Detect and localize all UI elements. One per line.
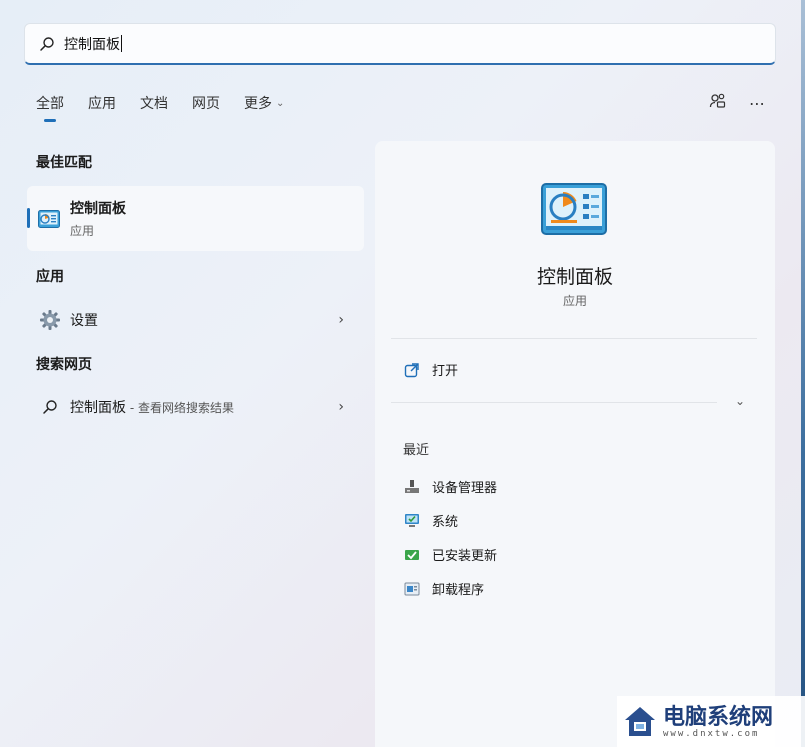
best-match-heading: 最佳匹配 [36,155,92,171]
divider [391,402,717,403]
chevron-right-icon: › [338,312,344,328]
uninstall-program-icon [403,580,421,598]
top-actions: ⋯ [709,92,765,114]
preview-title: 控制面板 [536,266,613,288]
apps-heading: 应用 [36,269,64,285]
tab-label: 网页 [192,96,220,112]
search-icon [39,396,61,418]
tab-all[interactable]: 全部 [36,93,64,122]
web-search-item[interactable]: 控制面板 - 查看网络搜索结果 › [27,387,364,427]
text-caret [121,35,122,52]
filter-tabs: 全部 应用 文档 网页 更多 ⌄ [36,93,308,122]
preview-subtitle: 应用 [562,294,587,308]
recent-item[interactable]: 系统 [403,511,458,530]
watermark-title: 电脑系统网 [663,703,774,730]
system-icon [403,512,421,530]
account-icon[interactable] [709,92,727,114]
recent-item[interactable]: 卸载程序 [403,579,484,598]
tab-more[interactable]: 更多 ⌄ [244,93,284,113]
control-panel-icon [38,209,60,228]
web-search-suffix: - 查看网络搜索结果 [126,401,234,415]
divider [391,338,757,339]
open-action[interactable]: 打开 [403,360,458,379]
search-box[interactable]: 控制面板 [24,23,776,65]
web-search-label: 控制面板 - 查看网络搜索结果 [70,397,234,417]
watermark-text: 电脑系统网 www.dnxtw.com [663,705,773,739]
tab-label: 文档 [140,96,168,112]
watermark: 电脑系统网 www.dnxtw.com [617,696,805,747]
recent-item[interactable]: 设备管理器 [403,477,497,496]
desktop-edge [801,0,805,747]
best-match-item[interactable]: 控制面板 应用 [27,186,364,251]
tab-documents[interactable]: 文档 [140,93,168,113]
recent-item-label: 卸载程序 [432,583,485,598]
device-manager-icon [403,478,421,496]
installed-updates-icon [403,546,421,564]
tab-apps[interactable]: 应用 [88,93,116,113]
web-search-query: 控制面板 [70,400,126,416]
recent-heading: 最近 [403,443,430,458]
settings-gear-icon [39,309,61,331]
web-search-heading: 搜索网页 [36,357,92,373]
recent-item-label: 已安装更新 [432,549,498,564]
app-item-label: 设置 [70,313,98,329]
open-label: 打开 [432,364,459,379]
recent-item-label: 设备管理器 [432,481,498,496]
open-external-icon [403,361,421,379]
recent-item-label: 系统 [432,515,459,530]
app-item-settings[interactable]: 设置 › [27,300,364,340]
control-panel-icon [541,183,607,235]
search-icon [40,36,54,51]
chevron-down-icon: ⌄ [276,97,285,109]
expand-chevron-icon[interactable]: ⌄ [735,394,745,408]
selection-indicator [27,208,30,228]
recent-item[interactable]: 已安装更新 [403,545,497,564]
watermark-url: www.dnxtw.com [663,728,760,739]
tab-label: 更多 [244,96,272,112]
chevron-right-icon: › [338,399,344,415]
tab-label: 全部 [36,96,64,112]
best-match-subtitle: 应用 [70,224,95,238]
preview-panel: 控制面板 应用 打开 ⌄ 最近 设备管理器 系统 已安装更新 卸载程序 [375,141,775,747]
tab-web[interactable]: 网页 [192,93,220,113]
more-options-icon[interactable]: ⋯ [749,94,765,113]
best-match-text: 控制面板 应用 [70,198,126,239]
best-match-title: 控制面板 [70,201,126,217]
search-input[interactable]: 控制面板 [64,34,120,54]
house-logo-icon [625,706,655,736]
tab-label: 应用 [88,96,116,112]
